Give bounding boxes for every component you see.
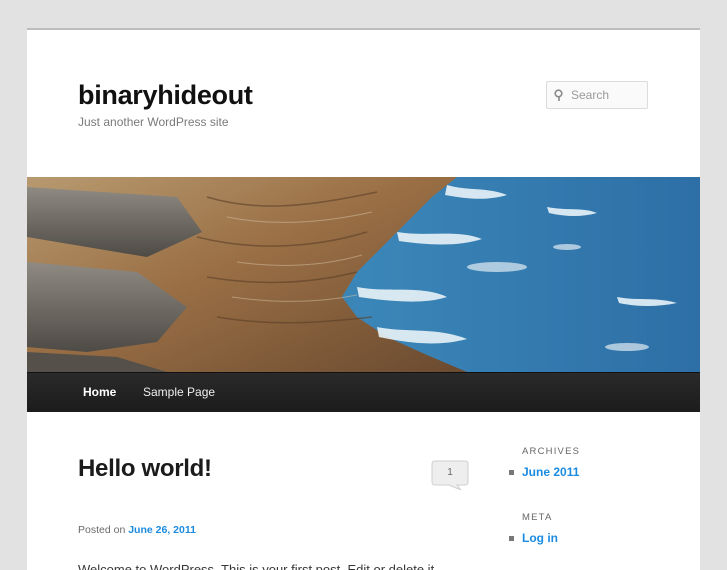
search-input[interactable]	[571, 82, 643, 108]
header-banner-image	[27, 177, 700, 372]
nav-item-home[interactable]: Home	[83, 373, 116, 412]
search-box[interactable]	[546, 81, 648, 109]
post-meta: Posted on June 26, 2011	[78, 524, 196, 536]
site-title[interactable]: binaryhideout	[78, 80, 253, 111]
archive-link-june-2011[interactable]: June 2011	[522, 465, 579, 479]
comment-count[interactable]: 1	[431, 460, 469, 486]
list-bullet	[509, 470, 514, 475]
archives-widget-title: ARCHIVES	[522, 446, 581, 457]
nav-item-sample-page[interactable]: Sample Page	[143, 373, 215, 412]
search-icon	[554, 89, 563, 101]
list-bullet	[509, 536, 514, 541]
meta-link-log-in[interactable]: Log in	[522, 531, 558, 545]
post-title[interactable]: Hello world!	[78, 455, 212, 483]
main-navigation: Home Sample Page	[27, 372, 700, 412]
posted-on-label: Posted on	[78, 524, 126, 536]
meta-widget-title: META	[522, 512, 553, 523]
post-date-link[interactable]: June 26, 2011	[128, 524, 196, 536]
post-excerpt: Welcome to WordPress. This is your first…	[78, 562, 438, 570]
site-tagline: Just another WordPress site	[78, 115, 229, 129]
page-container: binaryhideout Just another WordPress sit…	[27, 28, 700, 570]
